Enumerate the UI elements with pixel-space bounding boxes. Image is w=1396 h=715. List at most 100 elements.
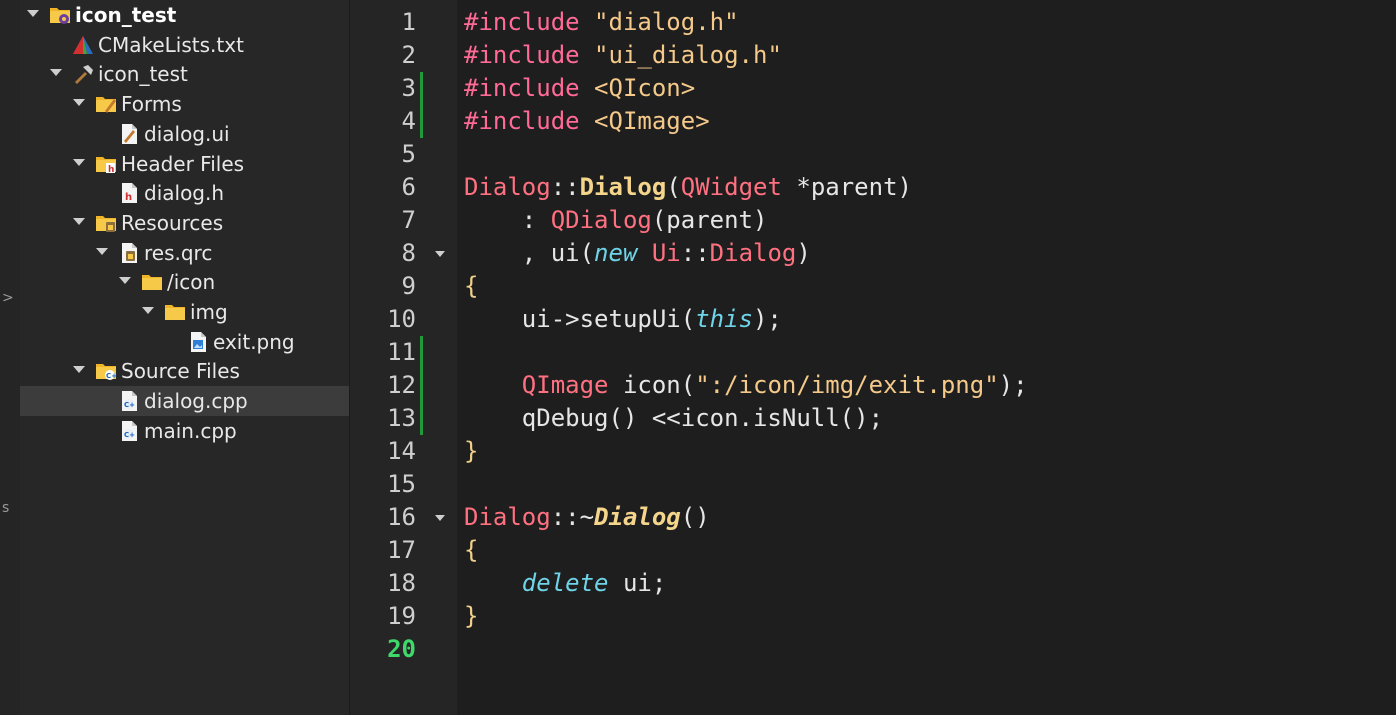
code-token: <QImage> xyxy=(594,107,710,135)
expand-arrow-icon[interactable] xyxy=(142,307,154,314)
code-token: Dialog xyxy=(594,503,681,531)
code-line[interactable]: #include "dialog.h" xyxy=(464,6,739,39)
code-token: QWidget xyxy=(680,173,782,201)
code-token: ::~ xyxy=(550,503,595,531)
tree-item-label: CMakeLists.txt xyxy=(98,32,244,57)
tree-item-label: dialog.cpp xyxy=(144,389,248,414)
tree-item[interactable]: C+ dialog.cpp xyxy=(20,386,349,417)
line-number: 11 xyxy=(387,338,416,366)
code-line[interactable]: : QDialog(parent) xyxy=(464,204,768,237)
forms-folder-icon xyxy=(95,94,117,114)
code-token: #include xyxy=(464,74,580,102)
expand-arrow-icon[interactable] xyxy=(50,69,62,77)
code-line[interactable]: { xyxy=(464,270,478,303)
code-token: ui; xyxy=(608,569,667,597)
code-token: ui->setupUi( xyxy=(464,305,696,333)
expand-arrow-icon[interactable] xyxy=(73,217,85,225)
tree-item[interactable]: Forms xyxy=(20,89,349,119)
expand-arrow-icon[interactable] xyxy=(73,366,85,374)
tree-item[interactable]: exit.png xyxy=(20,327,349,357)
code-line[interactable]: ui->setupUi(this); xyxy=(464,303,782,336)
code-token: icon( xyxy=(608,371,696,399)
fold-arrow-icon[interactable] xyxy=(435,515,445,521)
line-number: 7 xyxy=(401,206,416,234)
code-line[interactable]: } xyxy=(464,600,478,633)
line-number: 6 xyxy=(401,173,416,201)
line-number-gutter: 1 2 3 4 5 6 7 8 9 10 11 12 13 14 15 16 17 18 19 20 xyxy=(350,0,457,715)
change-marker xyxy=(420,402,423,435)
line-number: 4 xyxy=(401,107,416,135)
line-number: 19 xyxy=(387,602,416,630)
code-line[interactable]: Dialog::Dialog(QWidget *parent) xyxy=(464,171,912,204)
tree-item[interactable]: icon_test xyxy=(20,59,349,89)
tree-item[interactable]: C+ main.cpp xyxy=(20,416,349,446)
code-line[interactable]: QImage icon(":/icon/img/exit.png"); xyxy=(464,369,1028,402)
side-strip-mark: > xyxy=(2,290,14,306)
tree-item[interactable]: CMakeLists.txt xyxy=(20,30,349,60)
tree-item-label: res.qrc xyxy=(144,240,213,265)
line-number: 10 xyxy=(387,305,416,333)
code-line[interactable]: delete ui; xyxy=(464,567,667,600)
line-number: 8 xyxy=(401,239,416,267)
line-number: 5 xyxy=(401,140,416,168)
svg-text:C+: C+ xyxy=(106,372,117,380)
line-number: 2 xyxy=(401,41,416,69)
code-token: ( xyxy=(666,173,681,201)
code-token: #include xyxy=(464,107,580,135)
tree-item[interactable]: C+ Source Files xyxy=(20,356,349,386)
tree-item[interactable]: icon_test xyxy=(20,0,349,30)
tree-item[interactable]: res.qrc xyxy=(20,238,349,268)
code-token: QImage xyxy=(521,371,609,399)
tree-item-label: Resources xyxy=(121,210,224,235)
change-marker xyxy=(420,105,423,138)
code-line[interactable]: , ui(new Ui::Dialog) xyxy=(464,237,811,270)
project-tree[interactable]: icon_test CMakeLists.txt icon_test Forms… xyxy=(20,0,350,715)
expand-arrow-icon[interactable] xyxy=(119,277,131,285)
fold-arrow-icon[interactable] xyxy=(435,251,445,257)
expand-arrow-icon[interactable] xyxy=(73,99,85,107)
svg-text:C+: C+ xyxy=(124,401,135,409)
code-token: qDebug() <<icon.isNull(); xyxy=(464,404,884,432)
tree-item[interactable]: dialog.ui xyxy=(20,119,349,149)
code-token: : xyxy=(464,206,551,234)
expand-arrow-icon[interactable] xyxy=(73,158,85,166)
code-line[interactable]: Dialog::~Dialog() xyxy=(464,501,710,534)
code-token: { xyxy=(464,536,479,564)
code-line[interactable]: qDebug() <<icon.isNull(); xyxy=(464,402,883,435)
expand-arrow-icon[interactable] xyxy=(96,247,108,255)
svg-text:h: h xyxy=(125,192,132,203)
code-token: <QIcon> xyxy=(594,74,696,102)
change-marker xyxy=(420,369,423,402)
code-line[interactable]: #include <QImage> xyxy=(464,105,710,138)
side-strip-mark: s xyxy=(2,500,10,516)
header-folder-icon: h xyxy=(95,154,117,175)
tree-item-label: icon_test xyxy=(75,3,177,27)
code-line[interactable]: #include "ui_dialog.h" xyxy=(464,39,782,72)
expand-arrow-icon[interactable] xyxy=(27,10,39,17)
tree-item-label: main.cpp xyxy=(144,418,237,443)
svg-text:h: h xyxy=(108,165,114,174)
code-token: this xyxy=(695,305,753,333)
line-number: 3 xyxy=(401,74,416,102)
tree-item[interactable]: h dialog.h xyxy=(20,178,349,208)
tree-item-label: dialog.ui xyxy=(144,121,230,146)
tree-item[interactable]: /icon xyxy=(20,267,349,297)
tree-item[interactable]: Resources xyxy=(20,208,349,238)
tree-item-label: icon_test xyxy=(98,62,188,87)
code-line[interactable]: } xyxy=(464,435,478,468)
tree-item[interactable]: h Header Files xyxy=(20,149,349,179)
code-token: ); xyxy=(998,371,1028,399)
line-number: 20 xyxy=(387,635,416,663)
line-number: 16 xyxy=(387,503,416,531)
code-editor[interactable]: 1 2 3 4 5 6 7 8 9 10 11 12 13 14 15 16 17 18 19 20 #include… xyxy=(350,0,1396,715)
code-line[interactable]: { xyxy=(464,534,478,567)
cpp-file-icon: C+ xyxy=(118,420,140,441)
code-token: :: xyxy=(680,239,710,267)
line-number: 12 xyxy=(387,371,416,399)
tree-item[interactable]: img xyxy=(20,297,349,327)
code-token: { xyxy=(464,272,479,300)
code-line[interactable]: #include <QIcon> xyxy=(464,72,695,105)
change-marker xyxy=(420,336,423,369)
